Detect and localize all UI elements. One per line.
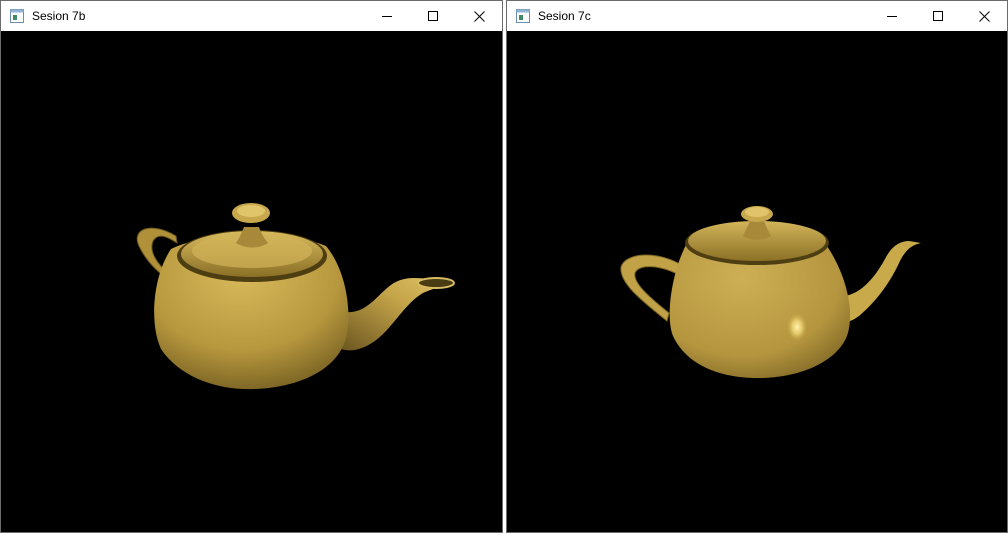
- maximize-icon: [428, 11, 438, 21]
- close-button[interactable]: [456, 1, 502, 31]
- close-icon: [978, 10, 990, 22]
- maximize-button[interactable]: [410, 1, 456, 31]
- close-button[interactable]: [961, 1, 1007, 31]
- window-sesion-7b[interactable]: Sesion 7b: [0, 0, 503, 533]
- maximize-icon: [933, 11, 943, 21]
- app-window-icon: [515, 8, 531, 24]
- render-viewport[interactable]: [507, 31, 1007, 532]
- title-bar[interactable]: Sesion 7c: [507, 1, 1007, 31]
- minimize-icon: [382, 16, 392, 17]
- minimize-button[interactable]: [869, 1, 915, 31]
- app-window-icon: [9, 8, 25, 24]
- teapot-render: [136, 203, 455, 390]
- window-title: Sesion 7c: [538, 9, 591, 23]
- minimize-button[interactable]: [364, 1, 410, 31]
- title-bar[interactable]: Sesion 7b: [1, 1, 502, 31]
- close-icon: [473, 10, 485, 22]
- maximize-button[interactable]: [915, 1, 961, 31]
- window-sesion-7c[interactable]: Sesion 7c: [506, 0, 1008, 533]
- window-title: Sesion 7b: [32, 9, 86, 23]
- teapot-render: [620, 206, 921, 379]
- render-viewport[interactable]: [1, 31, 502, 532]
- minimize-icon: [887, 16, 897, 17]
